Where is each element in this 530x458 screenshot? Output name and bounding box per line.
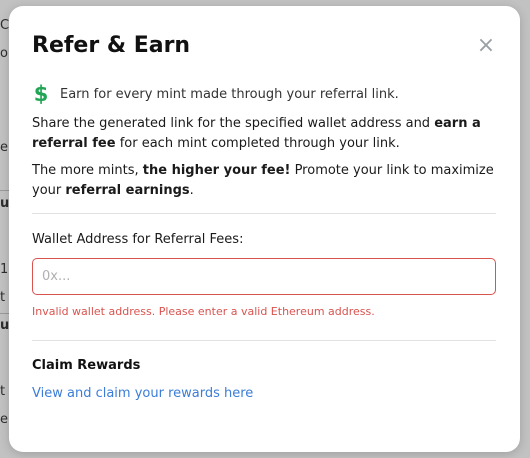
modal-title: Refer & Earn xyxy=(32,33,191,58)
share-text-part: for each mint completed through your lin… xyxy=(115,136,400,151)
wallet-error-message: Invalid wallet address. Please enter a v… xyxy=(32,305,375,318)
section-divider xyxy=(32,340,496,341)
more-text-bold: the higher your fee! xyxy=(142,163,291,178)
section-divider xyxy=(32,213,496,214)
wallet-address-label: Wallet Address for Referral Fees: xyxy=(32,232,244,247)
more-text-part: The more mints, xyxy=(32,163,143,178)
more-text-part: . xyxy=(189,183,194,198)
claim-rewards-title: Claim Rewards xyxy=(32,358,141,373)
refer-earn-modal: Refer & Earn × $ Earn for every mint mad… xyxy=(9,6,520,452)
claim-rewards-link[interactable]: View and claim your rewards here xyxy=(32,386,253,401)
dollar-sign-icon: $ xyxy=(33,82,49,106)
share-description: Share the generated link for the specifi… xyxy=(32,114,502,154)
share-text-part: Share the generated link for the specifi… xyxy=(32,116,435,131)
wallet-address-input[interactable] xyxy=(32,258,496,295)
close-button[interactable]: × xyxy=(476,35,496,57)
earn-info-text: Earn for every mint made through your re… xyxy=(60,86,399,102)
more-text-bold: referral earnings xyxy=(65,183,190,198)
earn-info-row: $ Earn for every mint made through your … xyxy=(32,83,399,105)
more-mints-description: The more mints, the higher your fee! Pro… xyxy=(32,161,502,201)
